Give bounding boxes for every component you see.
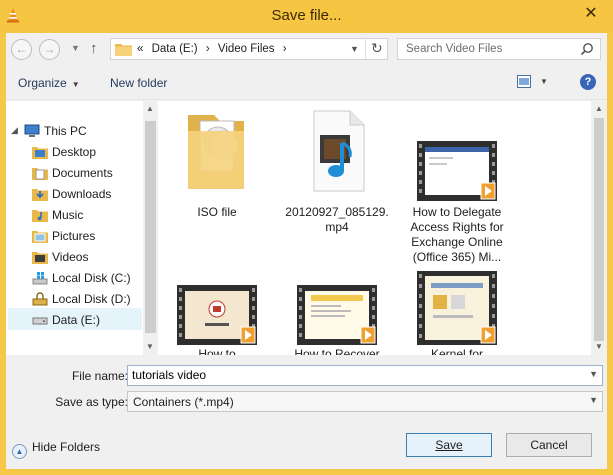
chevron-down-icon[interactable]: ▼ — [71, 43, 80, 53]
video-thumbnail-icon — [297, 285, 377, 345]
locked-drive-icon — [32, 292, 48, 306]
sidebar-item-label: Local Disk (C:) — [52, 271, 131, 285]
video-thumbnail-icon — [417, 141, 497, 201]
breadcrumb-item-video-files[interactable]: Video Files — [218, 43, 275, 55]
sidebar-item-label: Desktop — [52, 145, 97, 159]
sidebar-item-label: Documents — [52, 166, 113, 180]
save-as-type-value: Containers (*.mp4) — [133, 395, 234, 409]
save-as-type-label: Save as type: — [55, 395, 128, 409]
videos-folder-icon — [32, 252, 48, 264]
file-name: Kernel for — [430, 347, 484, 355]
file-name-input[interactable] — [132, 368, 572, 382]
chevron-down-icon[interactable]: ▼ — [589, 395, 598, 405]
pictures-folder-icon — [32, 231, 48, 243]
breadcrumb-separator[interactable]: › — [206, 43, 210, 55]
scroll-up-icon[interactable]: ▲ — [146, 104, 154, 113]
scrollbar-thumb[interactable] — [594, 118, 604, 341]
organize-label: Organize — [18, 76, 67, 90]
close-icon[interactable]: ✕ — [581, 4, 601, 24]
file-name: 20120927_085129. mp4 — [285, 205, 389, 234]
sidebar-item-label: Pictures — [52, 229, 96, 243]
navigation-scrollbar[interactable]: ▲ ▼ — [143, 101, 158, 355]
computer-icon — [24, 124, 40, 137]
save-button[interactable]: Save — [406, 433, 492, 457]
window-title: Save file... — [271, 7, 342, 24]
sidebar-item-label: Downloads — [52, 187, 112, 201]
search-placeholder: Search Video Files — [406, 43, 503, 55]
chevron-up-icon: ▲ — [12, 444, 27, 459]
save-as-type-select[interactable]: Containers (*.mp4) ▼ — [127, 391, 603, 412]
scroll-down-icon[interactable]: ▼ — [595, 342, 603, 351]
search-input[interactable]: Search Video Files — [397, 38, 601, 60]
breadcrumb-item-data-e[interactable]: Data (E:) — [152, 43, 198, 55]
save-button-label: Save — [435, 438, 463, 452]
address-bar[interactable]: « Data (E:) › Video Files › ▼ ↻ — [110, 38, 388, 60]
breadcrumb-separator[interactable]: › — [283, 43, 287, 55]
folder-icon — [115, 44, 132, 56]
video-thumbnail-icon — [417, 271, 497, 345]
new-folder-button[interactable]: New folder — [110, 76, 167, 90]
chevron-down-icon[interactable]: ▼ — [540, 77, 548, 86]
scroll-up-icon[interactable]: ▲ — [595, 104, 603, 113]
media-file-icon — [313, 110, 365, 192]
music-folder-icon — [32, 210, 48, 222]
scrollbar-thumb[interactable] — [145, 121, 156, 333]
navigation-bar: ← → ▼ ↑ « Data (E:) › Video Files › ▼ ↻ … — [6, 33, 607, 65]
sidebar-item-label: Music — [52, 208, 84, 222]
chevron-down-icon[interactable]: ▼ — [589, 369, 598, 379]
video-thumbnail-icon — [177, 285, 257, 345]
organize-menu-button[interactable]: Organize ▼ — [18, 76, 80, 90]
chevron-down-icon: ▼ — [71, 80, 80, 89]
file-name: How to Recover — [294, 347, 380, 355]
file-list: ISO file 20120927_085129. mp4 How to Del… — [158, 101, 591, 355]
chevron-down-icon[interactable]: ▼ — [350, 44, 359, 54]
help-icon[interactable]: ? — [580, 74, 596, 90]
file-name: How to — [198, 347, 236, 355]
documents-folder-icon — [32, 168, 48, 180]
back-arrow-icon[interactable]: ← — [11, 39, 32, 60]
navigation-pane: ◢ This PC Desktop Documents Downloads Mu… — [6, 101, 143, 355]
search-icon[interactable] — [580, 42, 594, 56]
scroll-down-icon[interactable]: ▼ — [146, 342, 154, 351]
title-bar[interactable]: Save file... ✕ — [0, 0, 613, 33]
content-scrollbar[interactable]: ▲ ▼ — [591, 101, 607, 355]
file-name-field[interactable]: ▼ — [127, 365, 603, 386]
sidebar-item-label: Videos — [52, 250, 89, 264]
divider — [365, 39, 366, 59]
file-name: How to Delegate Access Rights for Exchan… — [410, 205, 504, 264]
cancel-button[interactable]: Cancel — [506, 433, 592, 457]
sidebar-item-label: This PC — [44, 124, 87, 138]
chevron-down-icon[interactable]: ◢ — [11, 125, 18, 136]
file-name-label: File name: — [71, 369, 128, 383]
refresh-icon[interactable]: ↻ — [371, 40, 383, 57]
windows-drive-icon — [32, 272, 48, 285]
file-name: ISO file — [197, 205, 237, 219]
up-arrow-icon[interactable]: ↑ — [90, 40, 98, 57]
hide-folders-button[interactable]: ▲ Hide Folders — [12, 440, 100, 459]
drive-icon — [32, 317, 48, 325]
dialog-footer: ▲ Hide Folders Save Cancel — [6, 425, 607, 469]
breadcrumb: « Data (E:) › Video Files › — [137, 43, 292, 55]
command-toolbar: Organize ▼ New folder ▼ ? — [6, 65, 607, 100]
view-options-icon[interactable] — [517, 75, 531, 88]
breadcrumb-overflow[interactable]: « — [137, 43, 143, 55]
sidebar-item-label: Local Disk (D:) — [52, 292, 131, 306]
hide-folders-label: Hide Folders — [32, 440, 101, 454]
save-form: File name: ▼ Save as type: Containers (*… — [6, 355, 607, 425]
sidebar-item-label: Data (E:) — [52, 313, 101, 327]
desktop-folder-icon — [32, 147, 48, 159]
downloads-folder-icon — [32, 189, 48, 201]
forward-arrow-icon[interactable]: → — [39, 39, 60, 60]
folder-icon — [188, 115, 244, 189]
